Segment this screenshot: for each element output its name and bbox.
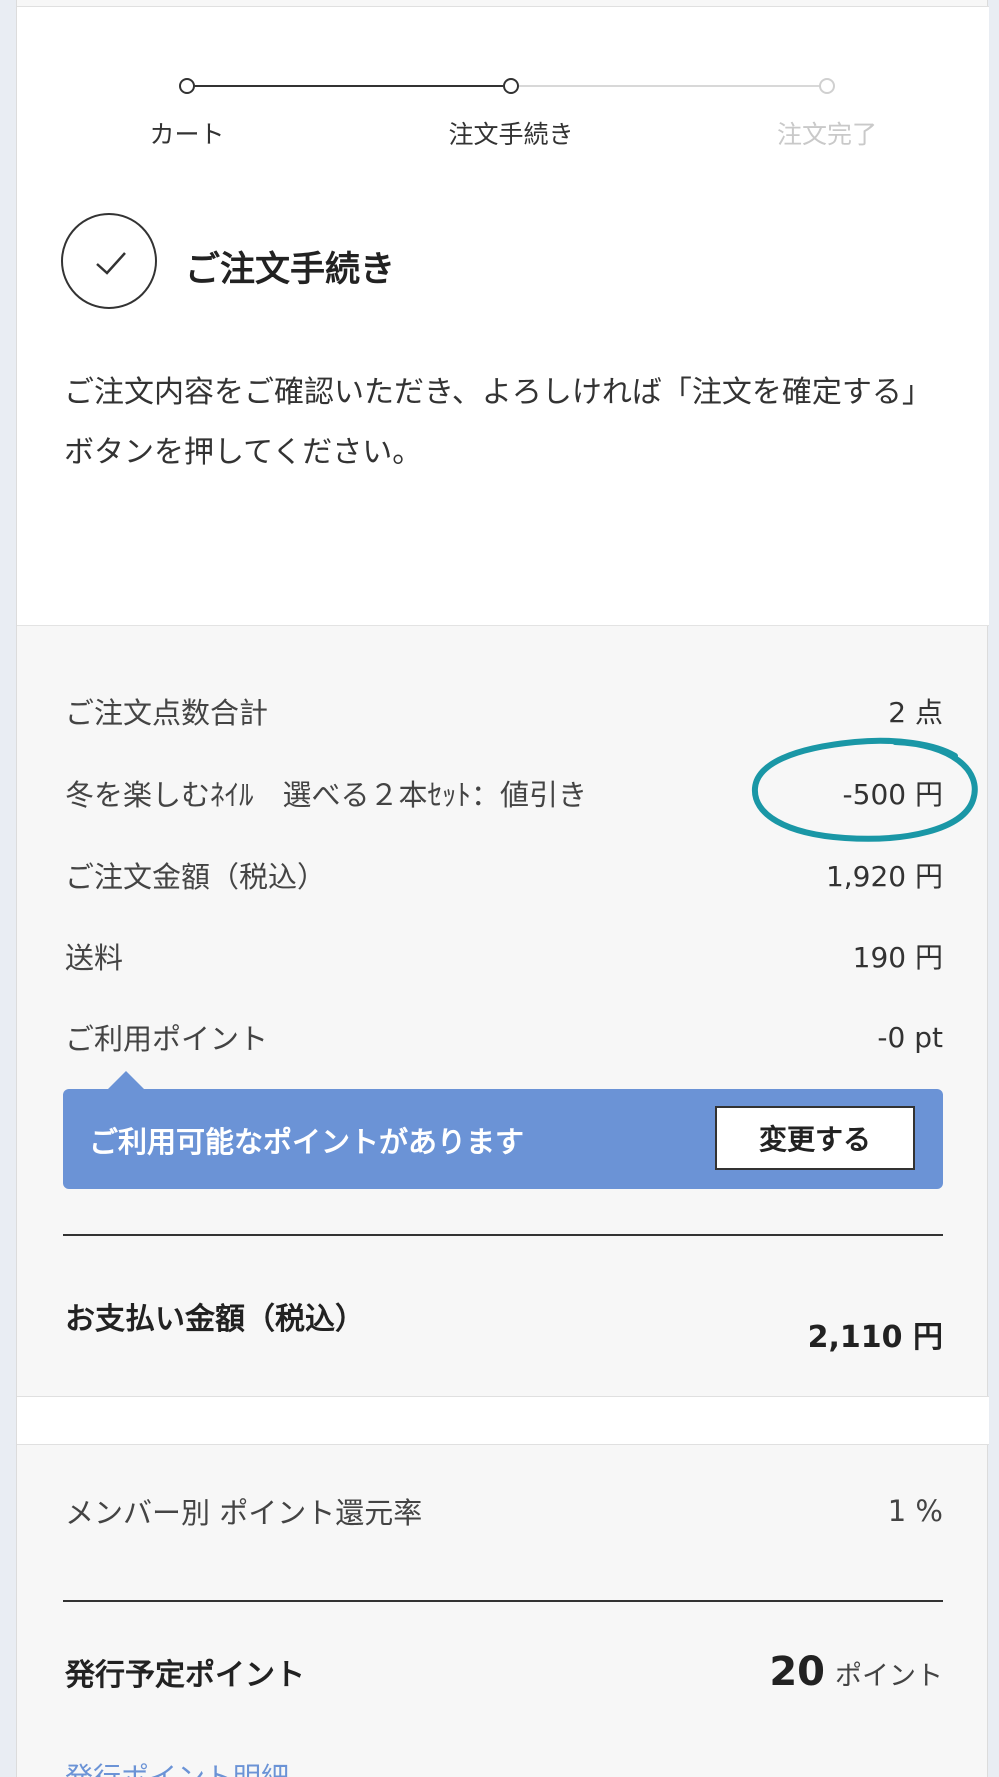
intro-text: ご注文内容をご確認いただき、よろしければ「注文を確定する」ボタンを押してください… bbox=[64, 375, 932, 470]
row-label: 冬を楽しむﾈｲﾙ 選べる２本ｾｯﾄ：値引き bbox=[65, 778, 588, 812]
checkout-panel: カート 注文手続き 注文完了 ご注文手続き ご注文内容をご確認いただき、よろしけ… bbox=[16, 0, 989, 1777]
points-divider bbox=[63, 1600, 943, 1602]
summary-row-discount: 冬を楽しむﾈｲﾙ 選べる２本ｾｯﾄ：値引き -500 円 bbox=[65, 768, 943, 818]
summary-row-points-used: ご利用ポイント -0 pt bbox=[65, 1012, 943, 1062]
step-dot-cart bbox=[179, 78, 195, 94]
progress-steps: カート 注文手続き 注文完了 bbox=[17, 7, 989, 157]
notice-caret bbox=[107, 1071, 145, 1090]
points-issue-row: 発行予定ポイント 20 ポイント bbox=[65, 1642, 943, 1702]
row-value: -500 円 bbox=[842, 778, 943, 811]
points-rate-value: 1 % bbox=[887, 1494, 943, 1528]
points-summary: メンバー別 ポイント還元率 1 % 発行予定ポイント 20 ポイント 発行ポイント… bbox=[17, 1446, 989, 1777]
change-points-button[interactable]: 変更する bbox=[715, 1106, 915, 1170]
points-rate-row: メンバー別 ポイント還元率 1 % bbox=[65, 1486, 943, 1536]
step-dot-complete bbox=[819, 78, 835, 94]
section-gap bbox=[17, 1397, 989, 1445]
step-label-cart: カート bbox=[149, 120, 225, 149]
total-divider bbox=[63, 1234, 943, 1236]
row-value: 190 円 bbox=[852, 941, 943, 974]
step-line-pending bbox=[519, 85, 829, 87]
row-label: ご注文金額（税込） bbox=[65, 860, 327, 894]
payment-total-value: 2,110 円 bbox=[807, 1320, 943, 1355]
points-issue-unit: ポイント bbox=[835, 1661, 943, 1692]
points-issue-value: 20 bbox=[769, 1649, 825, 1695]
step-line-completed bbox=[187, 85, 503, 87]
step-dot-checkout bbox=[503, 78, 519, 94]
payment-total-label: お支払い金額（税込） bbox=[65, 1302, 365, 1337]
points-issue-amount: 20 ポイント bbox=[769, 1649, 943, 1695]
checkout-header-section: カート 注文手続き 注文完了 ご注文手続き ご注文内容をご確認いただき、よろしけ… bbox=[17, 6, 989, 626]
row-value: 1,920 円 bbox=[825, 860, 943, 893]
step-label-complete: 注文完了 bbox=[776, 120, 878, 149]
page-title: ご注文手続き bbox=[185, 250, 396, 290]
summary-row-order-amount: ご注文金額（税込） 1,920 円 bbox=[65, 850, 943, 900]
row-label: 送料 bbox=[65, 941, 124, 975]
summary-row-item-count: ご注文点数合計 2 点 bbox=[65, 686, 943, 736]
points-issue-label: 発行予定ポイント bbox=[65, 1658, 305, 1693]
step-label-checkout: 注文手続き bbox=[448, 120, 574, 149]
row-value: -0 pt bbox=[877, 1020, 943, 1054]
notice-text: ご利用可能なポイントがあります bbox=[89, 1125, 525, 1159]
row-value: 2 点 bbox=[888, 696, 943, 729]
row-label: ご利用ポイント bbox=[65, 1022, 269, 1056]
summary-row-shipping: 送料 190 円 bbox=[65, 931, 943, 981]
points-rate-label: メンバー別 ポイント還元率 bbox=[65, 1496, 423, 1530]
check-icon bbox=[61, 213, 157, 309]
row-label: ご注文点数合計 bbox=[65, 696, 269, 730]
points-detail-link[interactable]: 発行ポイント明細 bbox=[65, 1756, 289, 1777]
order-summary: ご注文点数合計 2 点 冬を楽しむﾈｲﾙ 選べる２本ｾｯﾄ：値引き -500 円… bbox=[17, 626, 989, 1397]
points-available-notice: ご利用可能なポイントがあります 変更する bbox=[63, 1071, 943, 1189]
